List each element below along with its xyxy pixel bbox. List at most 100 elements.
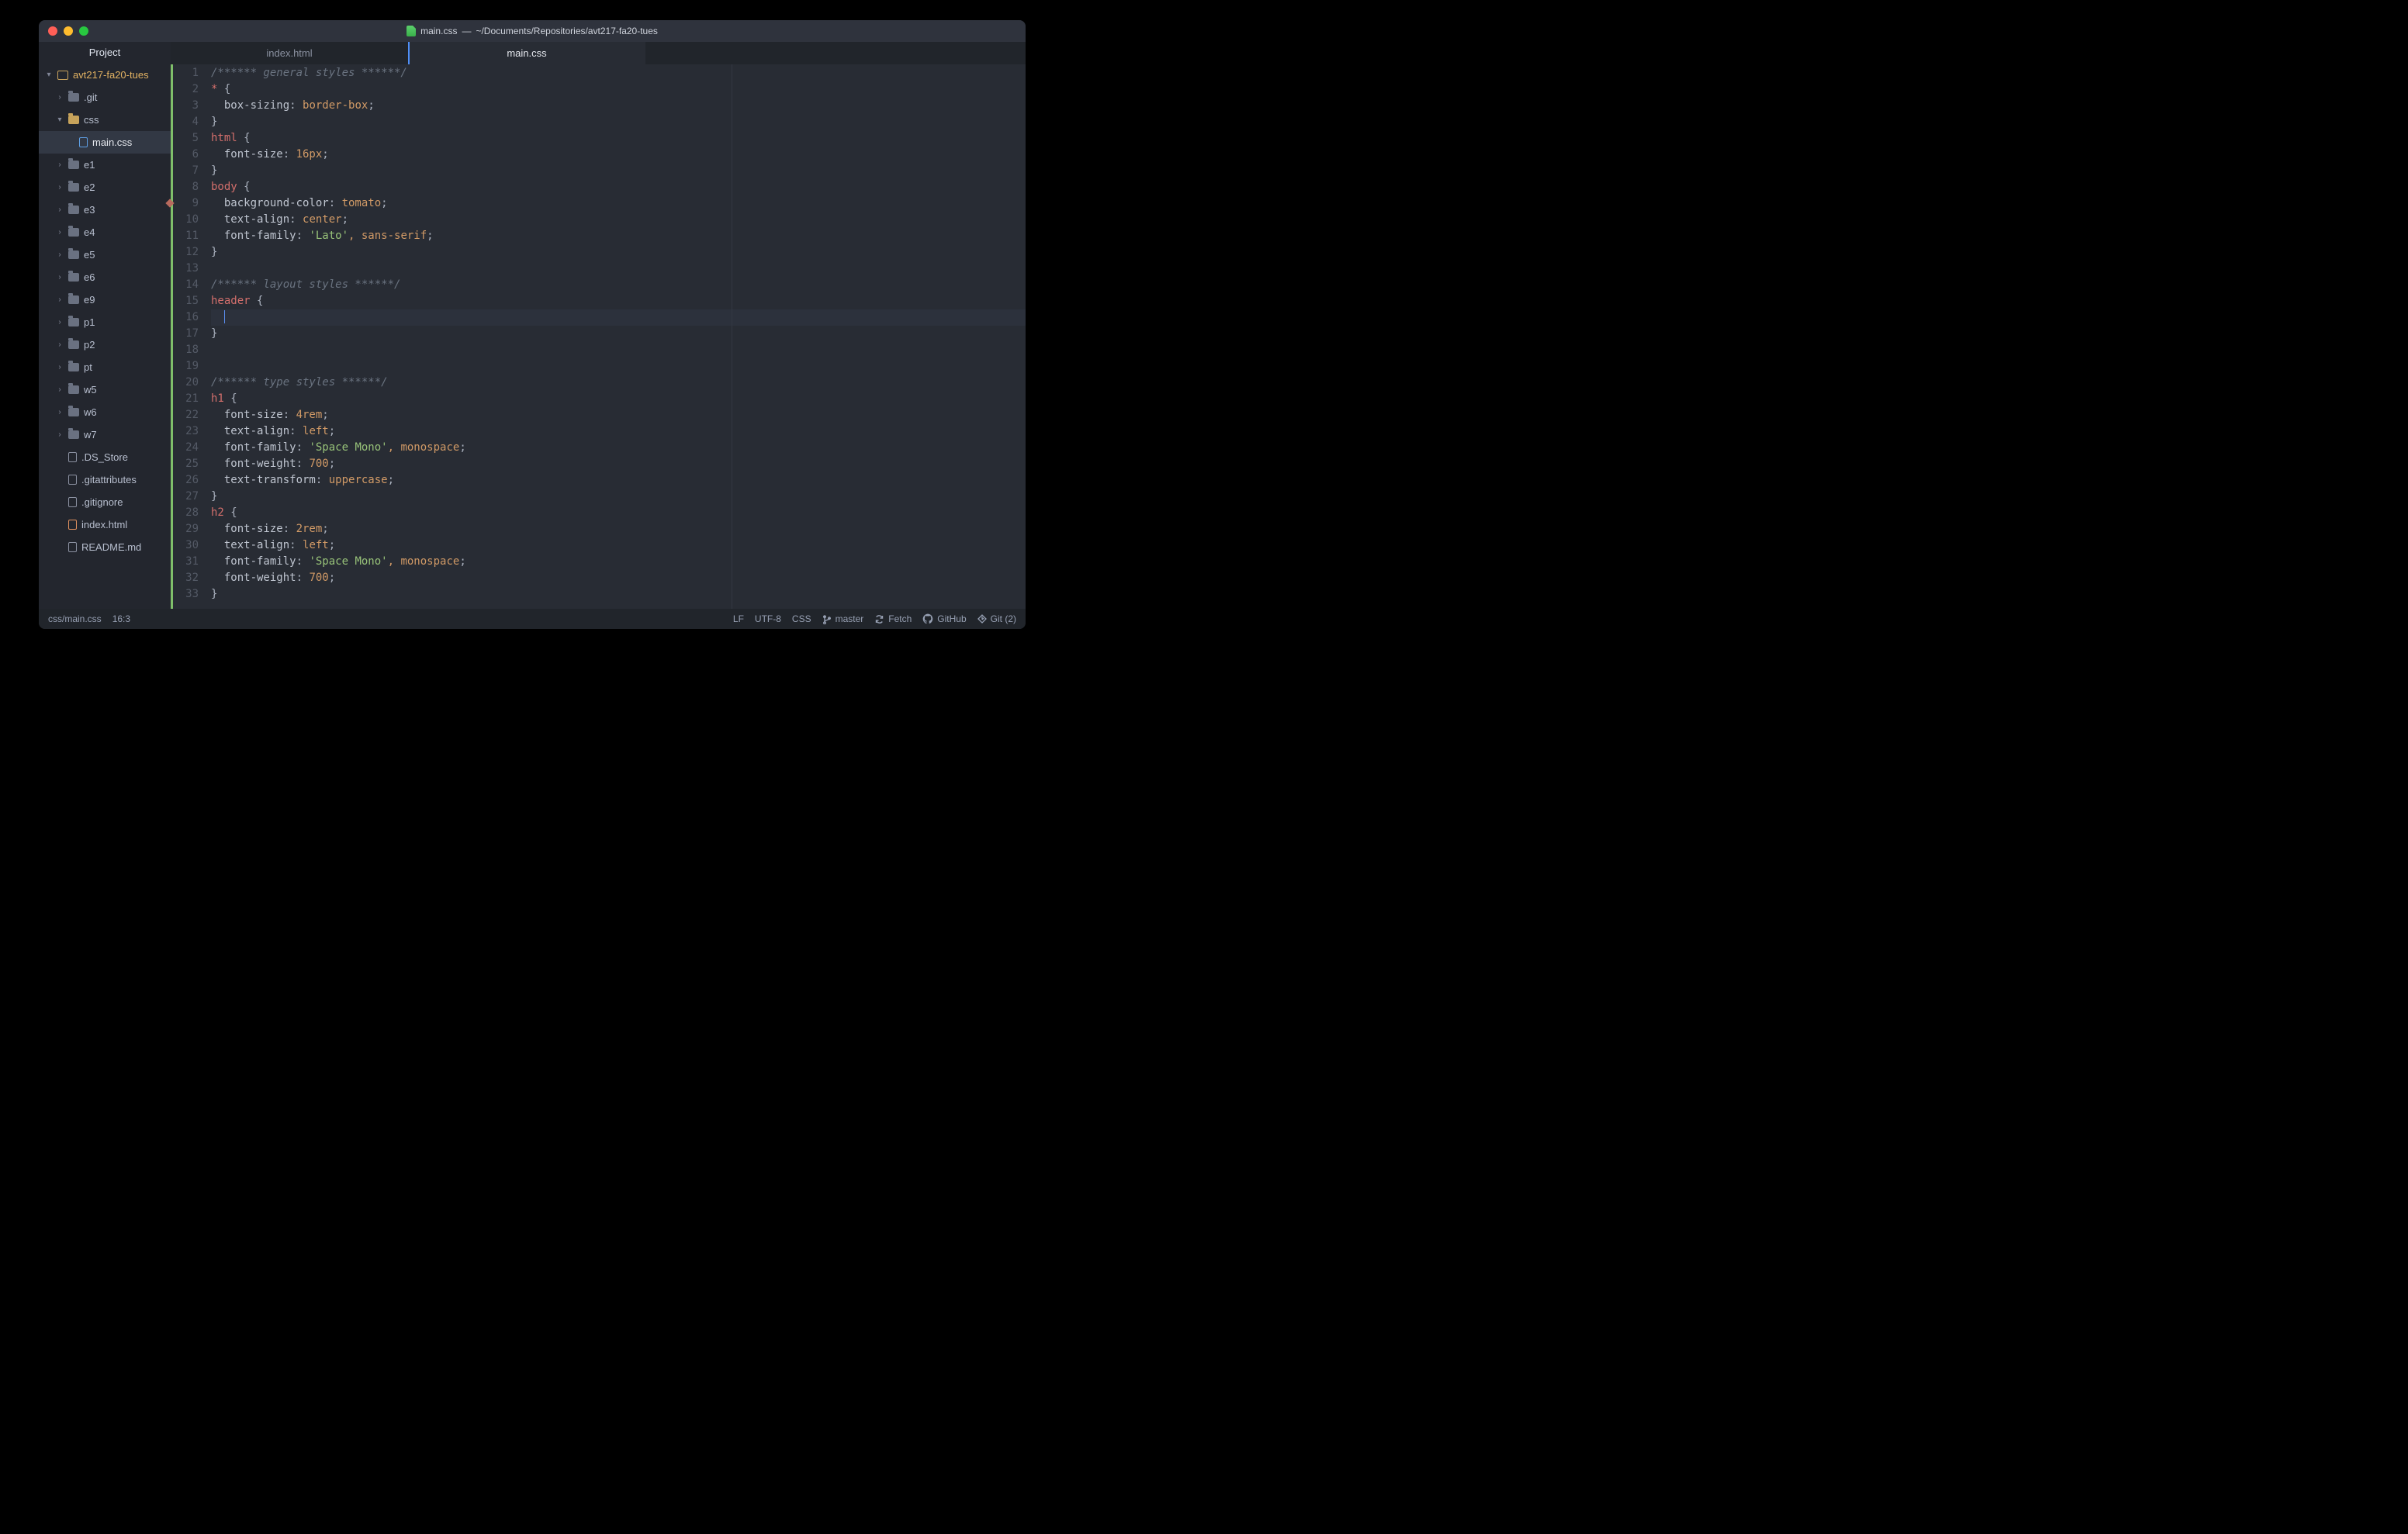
code-line[interactable]: /****** general styles ******/	[211, 65, 1026, 81]
code-area[interactable]: /****** general styles ******/* { box-si…	[205, 64, 1026, 609]
status-github[interactable]: GitHub	[922, 613, 966, 624]
code-line[interactable]	[211, 358, 1026, 375]
tab[interactable]: index.html	[171, 42, 408, 64]
tree-item[interactable]: ›e5	[39, 244, 171, 266]
code-line[interactable]: font-weight: 700;	[211, 456, 1026, 472]
tree-item[interactable]: ›p1	[39, 311, 171, 333]
tree-item[interactable]: ›e4	[39, 221, 171, 244]
line-number: 17	[171, 326, 199, 342]
line-number: 14	[171, 277, 199, 293]
close-icon[interactable]	[48, 26, 57, 36]
tree-item[interactable]: ›.git	[39, 86, 171, 109]
tree-item-label: pt	[84, 361, 92, 373]
status-fetch[interactable]: Fetch	[874, 613, 912, 624]
code-line[interactable]: }	[211, 114, 1026, 130]
titlebar[interactable]: main.css — ~/Documents/Repositories/avt2…	[39, 20, 1026, 42]
code-line[interactable]: font-size: 2rem;	[211, 521, 1026, 537]
line-number: 20	[171, 375, 199, 391]
status-encoding[interactable]: UTF-8	[755, 613, 781, 624]
file-tree[interactable]: ▾avt217-fa20-tues›.git▾cssmain.css›e1›e2…	[39, 64, 171, 609]
status-lang[interactable]: CSS	[792, 613, 811, 624]
code-line[interactable]: /****** type styles ******/	[211, 375, 1026, 391]
code-line[interactable]: }	[211, 163, 1026, 179]
tree-item[interactable]: ›w6	[39, 401, 171, 423]
tree-item-label: p2	[84, 339, 95, 351]
tree-item[interactable]: README.md	[39, 536, 171, 558]
editor-window: main.css — ~/Documents/Repositories/avt2…	[39, 20, 1026, 629]
code-line[interactable]: body {	[211, 179, 1026, 195]
folder-icon	[68, 250, 79, 259]
title-path: ~/Documents/Repositories/avt217-fa20-tue…	[476, 26, 657, 36]
code-line[interactable]: }	[211, 326, 1026, 342]
code-line[interactable]: font-family: 'Space Mono', monospace;	[211, 440, 1026, 456]
tree-item[interactable]: ›e6	[39, 266, 171, 288]
tree-item-label: e4	[84, 226, 95, 238]
code-line[interactable]: font-size: 16px;	[211, 147, 1026, 163]
repo-icon	[57, 71, 68, 80]
code-line[interactable]: * {	[211, 81, 1026, 98]
line-number: 6	[171, 147, 199, 163]
code-line[interactable]: text-transform: uppercase;	[211, 472, 1026, 489]
tree-item[interactable]: ›e1	[39, 154, 171, 176]
tree-item[interactable]: ▾css	[39, 109, 171, 131]
tree-item[interactable]: ›e3	[39, 199, 171, 221]
code-line[interactable]: font-weight: 700;	[211, 570, 1026, 586]
tree-item-label: css	[84, 114, 99, 126]
code-line[interactable]: background-color: tomato;	[211, 195, 1026, 212]
tree-item[interactable]: index.html	[39, 513, 171, 536]
status-git[interactable]: Git (2)	[977, 613, 1016, 624]
code-line[interactable]	[211, 309, 1026, 326]
code-line[interactable]: text-align: left;	[211, 537, 1026, 554]
window-title: main.css — ~/Documents/Repositories/avt2…	[407, 26, 658, 36]
file-icon	[79, 137, 88, 147]
line-number: 16	[171, 309, 199, 326]
file-icon	[68, 475, 77, 485]
code-line[interactable]: box-sizing: border-box;	[211, 98, 1026, 114]
tree-item-label: .git	[84, 92, 97, 103]
code-line[interactable]: font-size: 4rem;	[211, 407, 1026, 423]
tree-item[interactable]: ›e2	[39, 176, 171, 199]
code-line[interactable]: }	[211, 586, 1026, 603]
editor[interactable]: 1234567891011121314151617181920212223242…	[171, 64, 1026, 609]
tree-item[interactable]: .gitignore	[39, 491, 171, 513]
branch-icon	[822, 613, 832, 624]
zoom-icon[interactable]	[79, 26, 88, 36]
code-line[interactable]: font-family: 'Lato', sans-serif;	[211, 228, 1026, 244]
folder-icon	[68, 206, 79, 214]
status-path[interactable]: css/main.css	[48, 613, 102, 624]
tab[interactable]: main.css	[408, 42, 645, 64]
code-line[interactable]: text-align: center;	[211, 212, 1026, 228]
tab-label: index.html	[266, 47, 312, 59]
minimize-icon[interactable]	[64, 26, 73, 36]
tree-item[interactable]: ›p2	[39, 333, 171, 356]
folder-icon	[68, 340, 79, 349]
gutter: 1234567891011121314151617181920212223242…	[171, 64, 205, 609]
status-cursor[interactable]: 16:3	[112, 613, 130, 624]
file-icon	[407, 26, 416, 36]
tree-item[interactable]: ›w5	[39, 378, 171, 401]
code-line[interactable]: }	[211, 489, 1026, 505]
code-line[interactable]: /****** layout styles ******/	[211, 277, 1026, 293]
code-line[interactable]: header {	[211, 293, 1026, 309]
tree-item[interactable]: ›e9	[39, 288, 171, 311]
code-line[interactable]: font-family: 'Space Mono', monospace;	[211, 554, 1026, 570]
code-line[interactable]: }	[211, 244, 1026, 261]
tree-item[interactable]: .gitattributes	[39, 468, 171, 491]
code-line[interactable]: h2 {	[211, 505, 1026, 521]
status-branch[interactable]: master	[822, 613, 864, 624]
status-eol[interactable]: LF	[733, 613, 744, 624]
folder-icon	[68, 93, 79, 102]
code-line[interactable]: html {	[211, 130, 1026, 147]
code-line[interactable]	[211, 342, 1026, 358]
tree-item[interactable]: ›pt	[39, 356, 171, 378]
code-line[interactable]: h1 {	[211, 391, 1026, 407]
line-number: 21	[171, 391, 199, 407]
line-number: 22	[171, 407, 199, 423]
folder-icon	[68, 430, 79, 439]
code-line[interactable]: text-align: left;	[211, 423, 1026, 440]
tree-item[interactable]: ›w7	[39, 423, 171, 446]
code-line[interactable]	[211, 261, 1026, 277]
tree-item[interactable]: .DS_Store	[39, 446, 171, 468]
tree-root[interactable]: ▾avt217-fa20-tues	[39, 64, 171, 86]
tree-item[interactable]: main.css	[39, 131, 171, 154]
